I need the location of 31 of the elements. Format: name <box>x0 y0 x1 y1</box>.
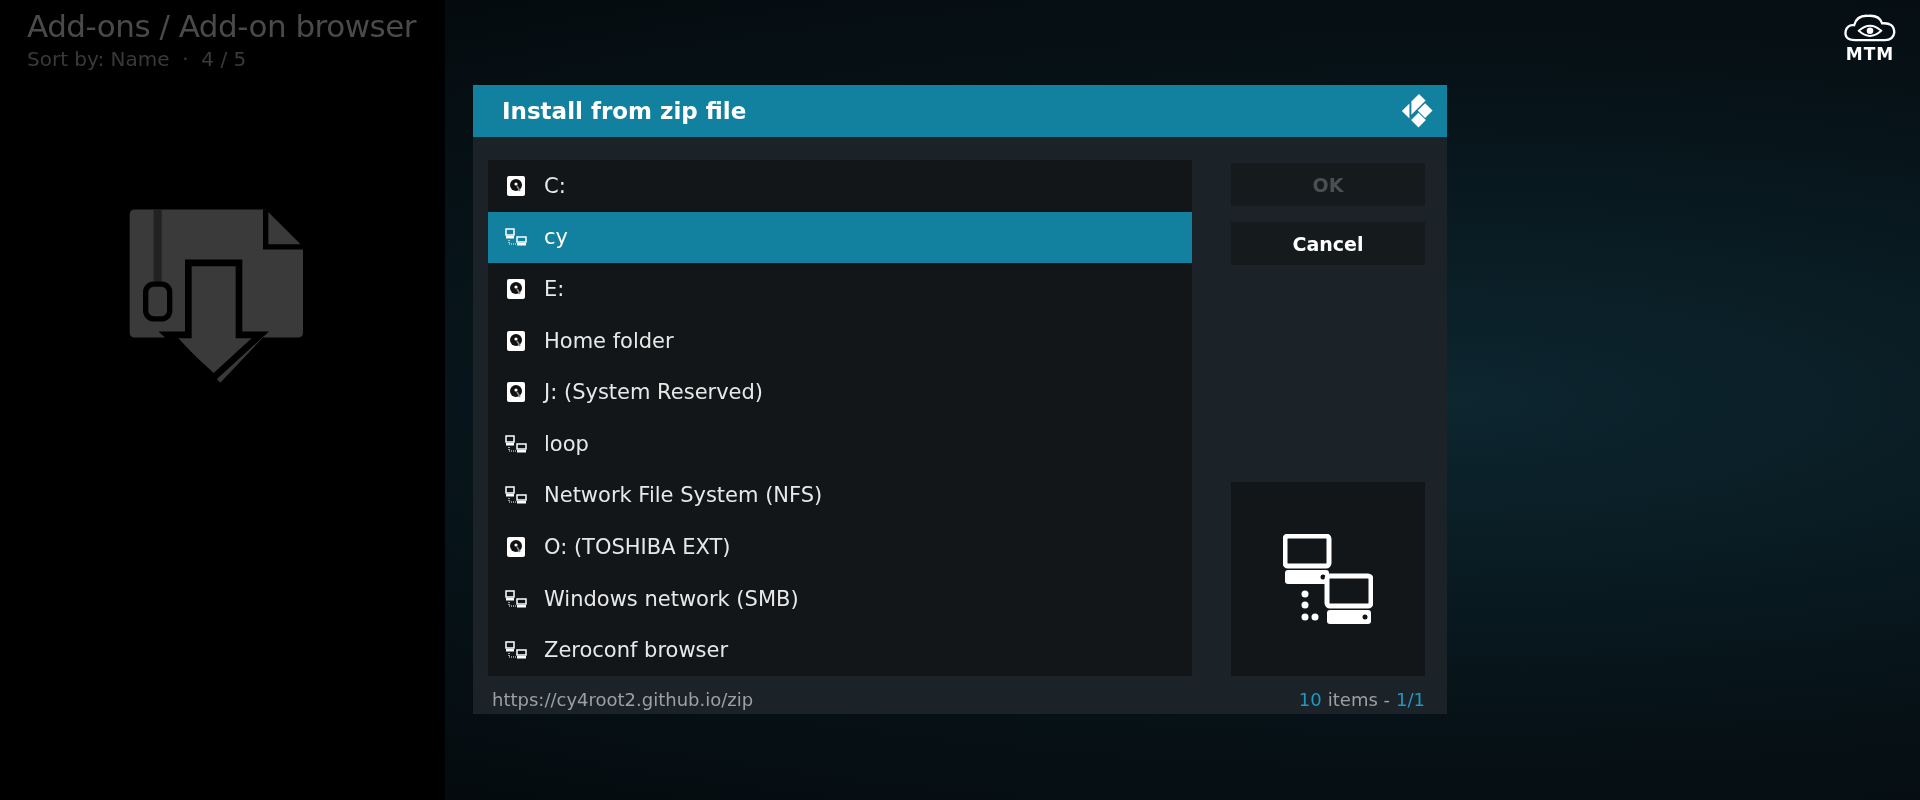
hard-drive-icon <box>505 278 527 300</box>
hard-drive-icon <box>505 535 527 558</box>
hard-drive-icon <box>505 329 527 352</box>
list-item[interactable]: Network File System (NFS) <box>488 469 1192 522</box>
network-icon <box>1283 534 1373 624</box>
network-icon <box>505 434 527 453</box>
list-item[interactable]: Windows network (SMB) <box>488 572 1192 625</box>
network-icon <box>505 228 527 247</box>
list-item[interactable]: C: <box>488 160 1192 212</box>
items-label: items - <box>1327 688 1391 710</box>
cloud-eye-icon <box>1842 12 1898 44</box>
list-item[interactable]: Zeroconf browser <box>488 624 1192 676</box>
page-title: Add-ons / Add-on browser <box>27 7 418 46</box>
sort-info: Sort by: Name · 4 / 5 <box>27 48 248 70</box>
list-item[interactable]: J: (System Reserved) <box>488 366 1192 418</box>
hard-drive-icon <box>505 174 527 197</box>
list-item[interactable]: loop <box>488 417 1192 470</box>
list-item[interactable]: cy <box>488 211 1192 264</box>
logo-text: MTM <box>1845 44 1895 64</box>
network-icon <box>505 641 527 660</box>
hard-drive-icon <box>505 381 527 404</box>
source-path: https://cy4root2.github.io/zip <box>492 688 754 710</box>
dialog-title: Install from zip file <box>502 98 747 124</box>
list-item[interactable]: Home folder <box>488 314 1192 367</box>
dialog-button[interactable]: Cancel <box>1231 222 1425 265</box>
network-icon <box>505 589 527 608</box>
item-count: 10 <box>1298 688 1322 710</box>
list-item[interactable]: O: (TOSHIBA EXT) <box>488 521 1192 573</box>
list-item[interactable]: E: <box>488 263 1192 315</box>
page-indicator: 1/1 <box>1396 688 1425 710</box>
network-icon <box>505 486 527 505</box>
